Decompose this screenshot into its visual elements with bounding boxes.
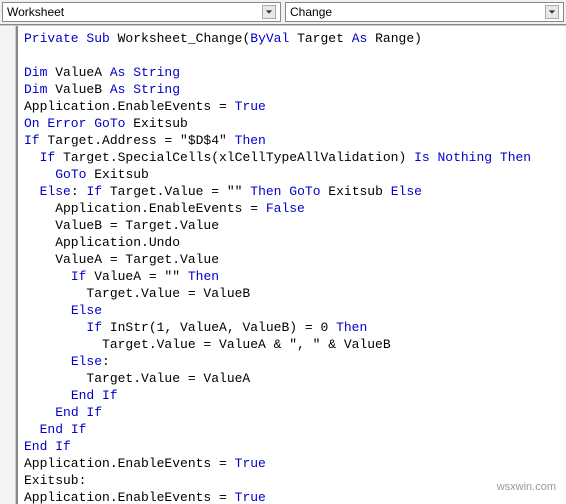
chevron-down-icon (545, 5, 559, 19)
object-dropdown[interactable]: Worksheet (2, 2, 281, 22)
code-line: ValueB = Target.Value (24, 217, 560, 234)
code-line: ValueA = Target.Value (24, 251, 560, 268)
code-line: Application.EnableEvents = True (24, 489, 560, 504)
code-line: Else (24, 302, 560, 319)
code-line: End If (24, 404, 560, 421)
code-line: Dim ValueB As String (24, 81, 560, 98)
code-line: GoTo Exitsub (24, 166, 560, 183)
code-line: Target.Value = ValueA & ", " & ValueB (24, 336, 560, 353)
watermark: wsxwin.com (497, 481, 556, 493)
code-line: Application.Undo (24, 234, 560, 251)
code-line: Else: If Target.Value = "" Then GoTo Exi… (24, 183, 560, 200)
code-area: Private Sub Worksheet_Change(ByVal Targe… (0, 25, 566, 504)
code-line: Application.EnableEvents = False (24, 200, 560, 217)
code-line: If Target.Address = "$D$4" Then (24, 132, 560, 149)
code-line: If Target.SpecialCells(xlCellTypeAllVali… (24, 149, 560, 166)
code-line: End If (24, 421, 560, 438)
procedure-dropdown-label: Change (290, 5, 545, 19)
code-line (24, 47, 560, 64)
code-line: End If (24, 387, 560, 404)
dropdown-bar: Worksheet Change (0, 0, 566, 25)
chevron-down-icon (262, 5, 276, 19)
object-dropdown-label: Worksheet (7, 5, 262, 19)
code-line: Private Sub Worksheet_Change(ByVal Targe… (24, 30, 560, 47)
procedure-dropdown[interactable]: Change (285, 2, 564, 22)
code-editor[interactable]: Private Sub Worksheet_Change(ByVal Targe… (18, 26, 566, 504)
code-line: Dim ValueA As String (24, 64, 560, 81)
code-line: Application.EnableEvents = True (24, 98, 560, 115)
code-line: On Error GoTo Exitsub (24, 115, 560, 132)
code-line: If ValueA = "" Then (24, 268, 560, 285)
code-line: Target.Value = ValueA (24, 370, 560, 387)
code-line: Exitsub: (24, 472, 560, 489)
code-line: End If (24, 438, 560, 455)
code-line: If InStr(1, ValueA, ValueB) = 0 Then (24, 319, 560, 336)
code-margin (0, 26, 16, 504)
code-line: Else: (24, 353, 560, 370)
code-line: Application.EnableEvents = True (24, 455, 560, 472)
code-line: Target.Value = ValueB (24, 285, 560, 302)
